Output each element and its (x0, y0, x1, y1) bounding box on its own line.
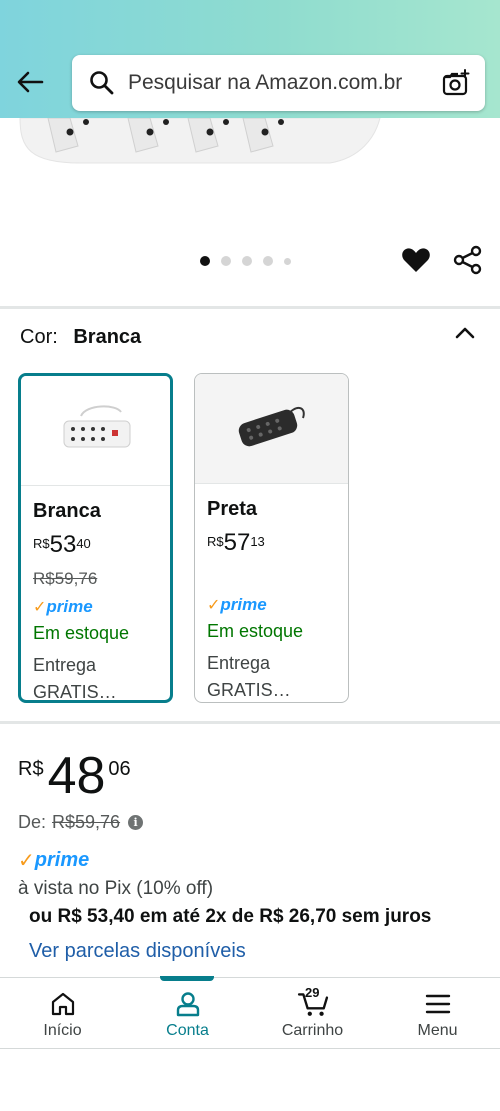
price-fraction: 13 (250, 534, 265, 549)
product-price: R$ 48 06 (18, 750, 131, 802)
chevron-up-icon[interactable] (452, 320, 478, 346)
swatch-list-price (207, 567, 348, 587)
carousel-dot-active (200, 256, 210, 266)
list-price-row: De: R$59,76 i (18, 812, 144, 833)
swatch-list-price: R$59,76 (33, 569, 98, 588)
bottom-navigation: Início Conta 29 Carrinho Menu (0, 976, 500, 1050)
white-power-strip-image (63, 405, 131, 448)
installments-text: ou R$ 53,40 em até 2x de R$ 26,70 sem ju… (29, 906, 432, 927)
prime-check-icon: ✓ (18, 850, 35, 872)
swatch-price: R$ 57 13 (207, 531, 348, 555)
nav-account[interactable]: Conta (125, 978, 250, 1050)
carousel-dot (221, 256, 231, 266)
nav-label: Conta (166, 1022, 209, 1039)
price-whole: 53 (49, 531, 77, 558)
price-fraction: 40 (76, 536, 91, 551)
color-selected-value: Branca (73, 326, 142, 348)
prime-check-icon: ✓ (207, 597, 221, 614)
black-power-strip-image (238, 407, 305, 447)
nav-label: Menu (417, 1022, 458, 1039)
prime-label: prime (46, 597, 93, 616)
swatch-price: R$ 53 40 (33, 533, 170, 557)
price-currency: R$ (18, 758, 44, 780)
share-icon[interactable] (452, 244, 484, 276)
home-icon (51, 992, 74, 1016)
search-bar[interactable]: Pesquisar na Amazon.com.br (72, 55, 485, 111)
installments-link[interactable]: Ver parcelas disponíveis (29, 940, 246, 963)
product-image-carousel[interactable] (0, 118, 500, 306)
nav-label: Carrinho (281, 1022, 344, 1039)
swatch-name: Preta (207, 498, 258, 520)
nav-home[interactable]: Início (0, 978, 125, 1050)
top-header: Pesquisar na Amazon.com.br (0, 0, 500, 118)
swatch-image (21, 376, 170, 486)
price-fraction: 06 (108, 758, 131, 780)
camera-search-icon[interactable] (441, 68, 471, 98)
color-selector-header[interactable]: Cor: Branca (20, 326, 141, 349)
prime-label: prime (220, 595, 267, 614)
color-option-branca[interactable]: Branca R$ 53 40 R$59,76 ✓ prime Em estoq… (18, 373, 173, 703)
nav-label: Início (43, 1022, 82, 1039)
color-option-preta[interactable]: Preta R$ 57 13 ✓ prime Em estoque Entreg… (194, 373, 349, 703)
search-icon (90, 71, 114, 95)
carousel-dots (200, 256, 291, 266)
search-input[interactable]: Pesquisar na Amazon.com.br (128, 71, 402, 95)
carousel-dot (263, 256, 273, 266)
nav-cart[interactable]: 29 Carrinho (250, 978, 375, 1050)
arrow-left-icon (17, 71, 44, 93)
delivery-text: Entrega GRATIS… (33, 655, 117, 702)
color-label: Cor: (20, 326, 58, 348)
price-whole: 57 (223, 529, 251, 556)
price-whole: 48 (47, 747, 106, 805)
price-currency: R$ (207, 534, 224, 549)
pix-discount-text: à vista no Pix (10% off) (18, 878, 214, 899)
stock-status: Em estoque (207, 621, 304, 641)
de-label: De: (18, 812, 47, 832)
menu-icon (425, 994, 450, 1014)
section-divider (0, 306, 500, 309)
stock-status: Em estoque (33, 623, 130, 643)
info-icon[interactable]: i (128, 815, 144, 830)
prime-badge: ✓ prime (207, 595, 348, 615)
carousel-dot (284, 257, 291, 265)
heart-icon[interactable] (400, 244, 432, 276)
prime-badge: ✓ prime (18, 848, 89, 873)
account-icon (176, 992, 199, 1017)
delivery-text: Entrega GRATIS… (207, 653, 291, 700)
cart-count-badge: 29 (305, 985, 320, 1000)
prime-check-icon: ✓ (33, 599, 47, 616)
list-price: R$59,76 (52, 812, 121, 832)
swatch-image (195, 374, 348, 484)
nav-menu[interactable]: Menu (375, 978, 500, 1050)
section-divider (0, 721, 500, 724)
back-button[interactable] (12, 64, 48, 100)
price-currency: R$ (33, 536, 50, 551)
product-image (19, 118, 381, 164)
swatch-name: Branca (33, 500, 101, 522)
carousel-dot (242, 256, 252, 266)
prime-label: prime (34, 849, 90, 871)
prime-badge: ✓ prime (33, 597, 170, 617)
